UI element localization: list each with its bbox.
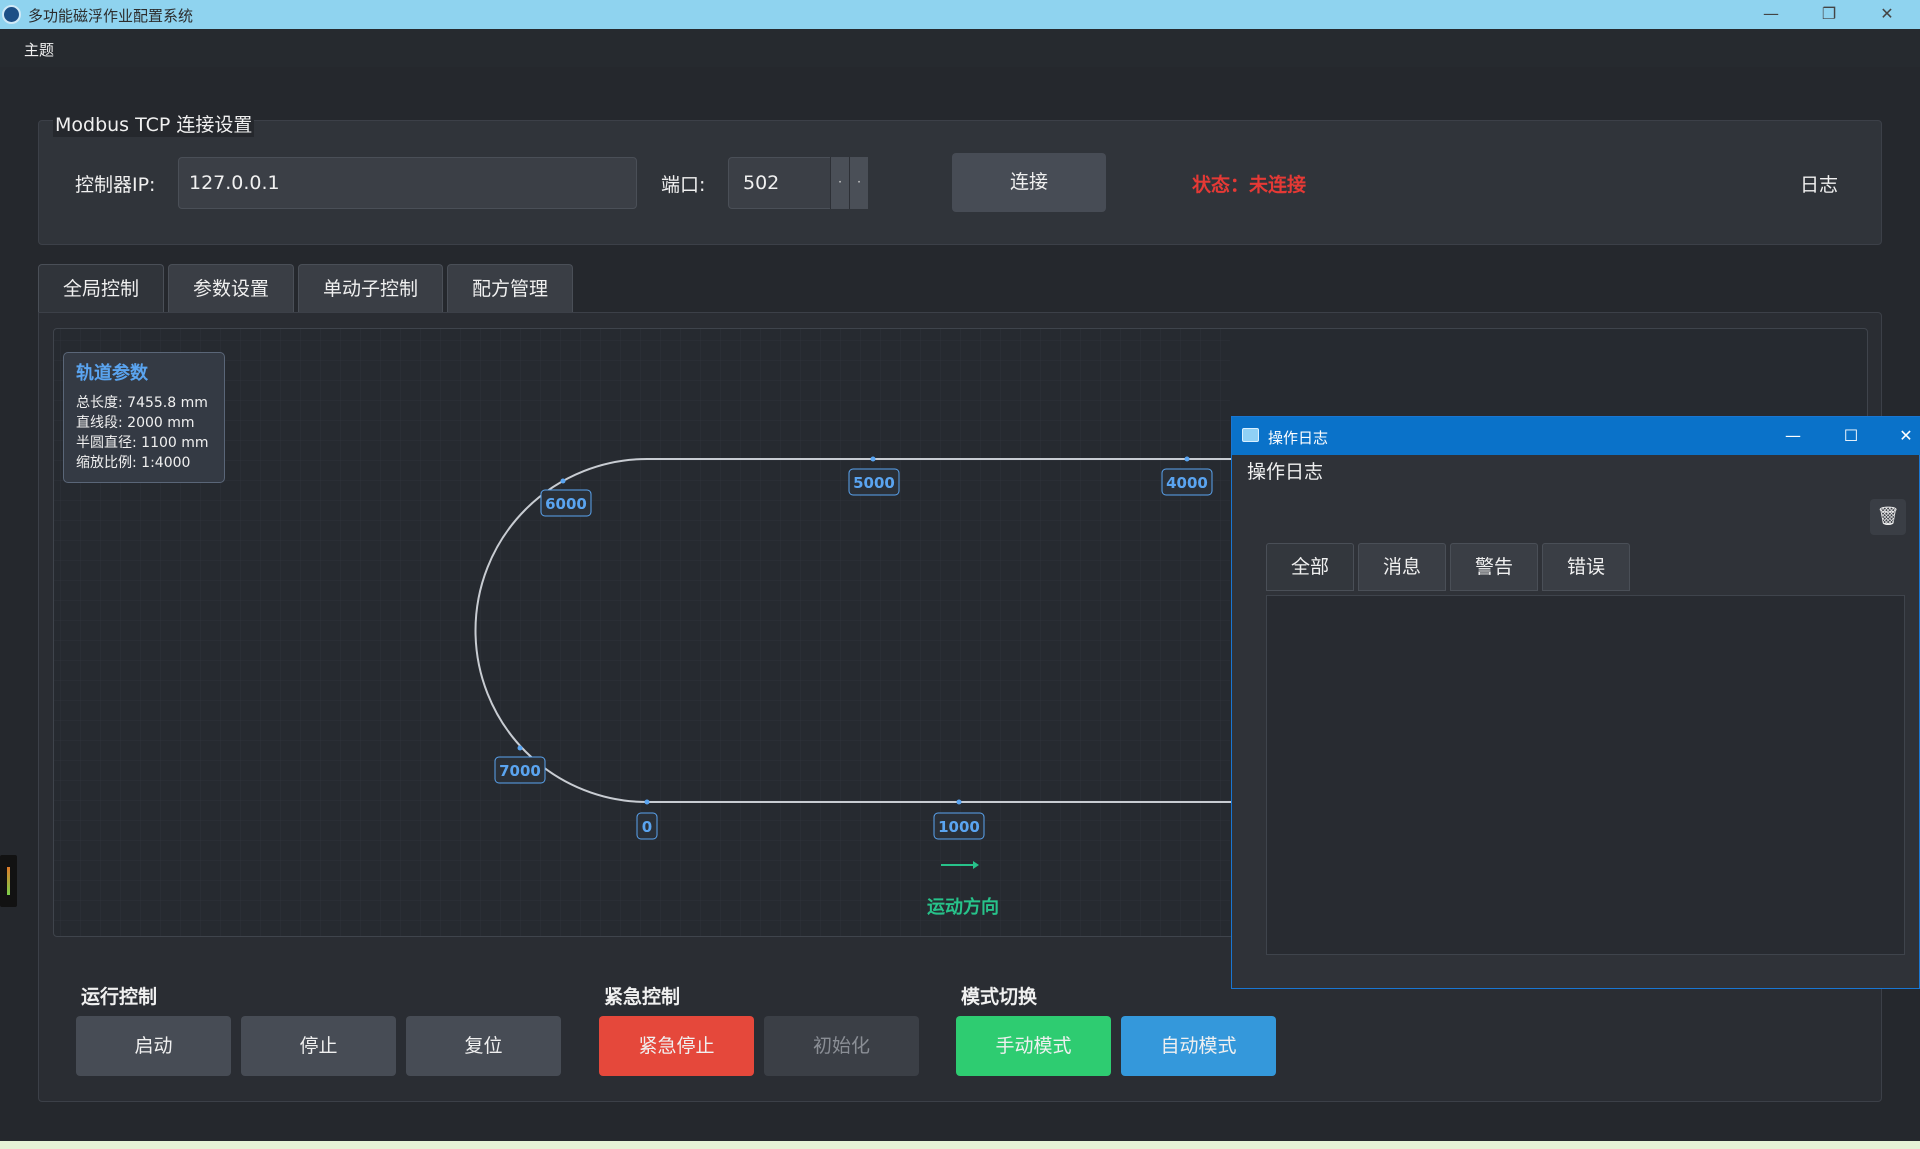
- marker-dot-0: [644, 799, 650, 805]
- log-filter-error[interactable]: 错误: [1542, 543, 1630, 591]
- marker-label-0: 0: [636, 812, 658, 840]
- reset-button[interactable]: 复位: [406, 1016, 561, 1076]
- log-window: 操作日志 — ☐ ✕ 操作日志 🗑 全部 消息 警告 错误: [1231, 416, 1920, 989]
- svg-text:5000: 5000: [853, 474, 895, 492]
- svg-text:6000: 6000: [545, 495, 587, 513]
- total-length: 总长度: 7455.8 mm: [76, 395, 208, 411]
- log-filter-warning[interactable]: 警告: [1450, 543, 1538, 591]
- straight-length: 直线段: 2000 mm: [76, 415, 195, 431]
- monitor-icon: [1242, 428, 1259, 442]
- manual-mode-button[interactable]: 手动模式: [956, 1016, 1111, 1076]
- track-parameters-box: 轨道参数 总长度: 7455.8 mm 直线段: 2000 mm 半圆直径: 1…: [63, 352, 225, 483]
- stop-button[interactable]: 停止: [241, 1016, 396, 1076]
- marker-label-5000: 5000: [848, 468, 900, 496]
- side-indicator-widget: [0, 855, 17, 907]
- emergency-stop-button[interactable]: 紧急停止: [599, 1016, 754, 1076]
- marker-dot-7000: [517, 745, 523, 751]
- initialize-button[interactable]: 初始化: [764, 1016, 919, 1076]
- clear-log-button[interactable]: 🗑: [1870, 499, 1906, 535]
- semicircle-diameter: 半圆直径: 1100 mm: [76, 435, 209, 451]
- run-control-title: 运行控制: [81, 986, 158, 1008]
- status-strip: [0, 1141, 1920, 1149]
- emergency-control-title: 紧急控制: [604, 986, 681, 1008]
- svg-text:1000: 1000: [938, 818, 980, 836]
- log-text-area[interactable]: [1266, 595, 1905, 955]
- marker-dot-6000: [560, 478, 566, 484]
- log-filter-info[interactable]: 消息: [1358, 543, 1446, 591]
- auto-mode-button[interactable]: 自动模式: [1121, 1016, 1276, 1076]
- svg-text:7000: 7000: [499, 762, 541, 780]
- direction-label: 运动方向: [927, 896, 999, 918]
- svg-text:0: 0: [642, 818, 652, 836]
- log-window-title-bar: 操作日志 — ☐ ✕: [1232, 417, 1920, 455]
- scale-ratio: 缩放比例: 1:4000: [76, 455, 191, 471]
- marker-label-7000: 7000: [494, 756, 546, 784]
- marker-label-1000: 1000: [933, 812, 985, 840]
- trash-icon: 🗑: [1876, 506, 1900, 527]
- marker-label-4000: 4000: [1161, 468, 1213, 496]
- start-button[interactable]: 启动: [76, 1016, 231, 1076]
- svg-text:4000: 4000: [1166, 474, 1208, 492]
- marker-dot-5000: [870, 456, 876, 462]
- level-meter-icon: [7, 867, 10, 895]
- mode-switch-title: 模式切换: [961, 986, 1038, 1008]
- marker-dot-4000: [1184, 456, 1190, 462]
- marker-label-6000: 6000: [540, 489, 592, 517]
- log-window-title: 操作日志: [1268, 429, 1329, 447]
- track-grid: [54, 329, 1230, 936]
- track-parameters-title: 轨道参数: [76, 363, 148, 384]
- log-filter-all[interactable]: 全部: [1266, 543, 1354, 591]
- log-minimize-button[interactable]: —: [1775, 424, 1811, 448]
- log-close-button[interactable]: ✕: [1888, 424, 1920, 448]
- log-heading: 操作日志: [1247, 461, 1324, 483]
- log-maximize-button[interactable]: ☐: [1833, 424, 1869, 448]
- marker-dot-1000: [956, 799, 962, 805]
